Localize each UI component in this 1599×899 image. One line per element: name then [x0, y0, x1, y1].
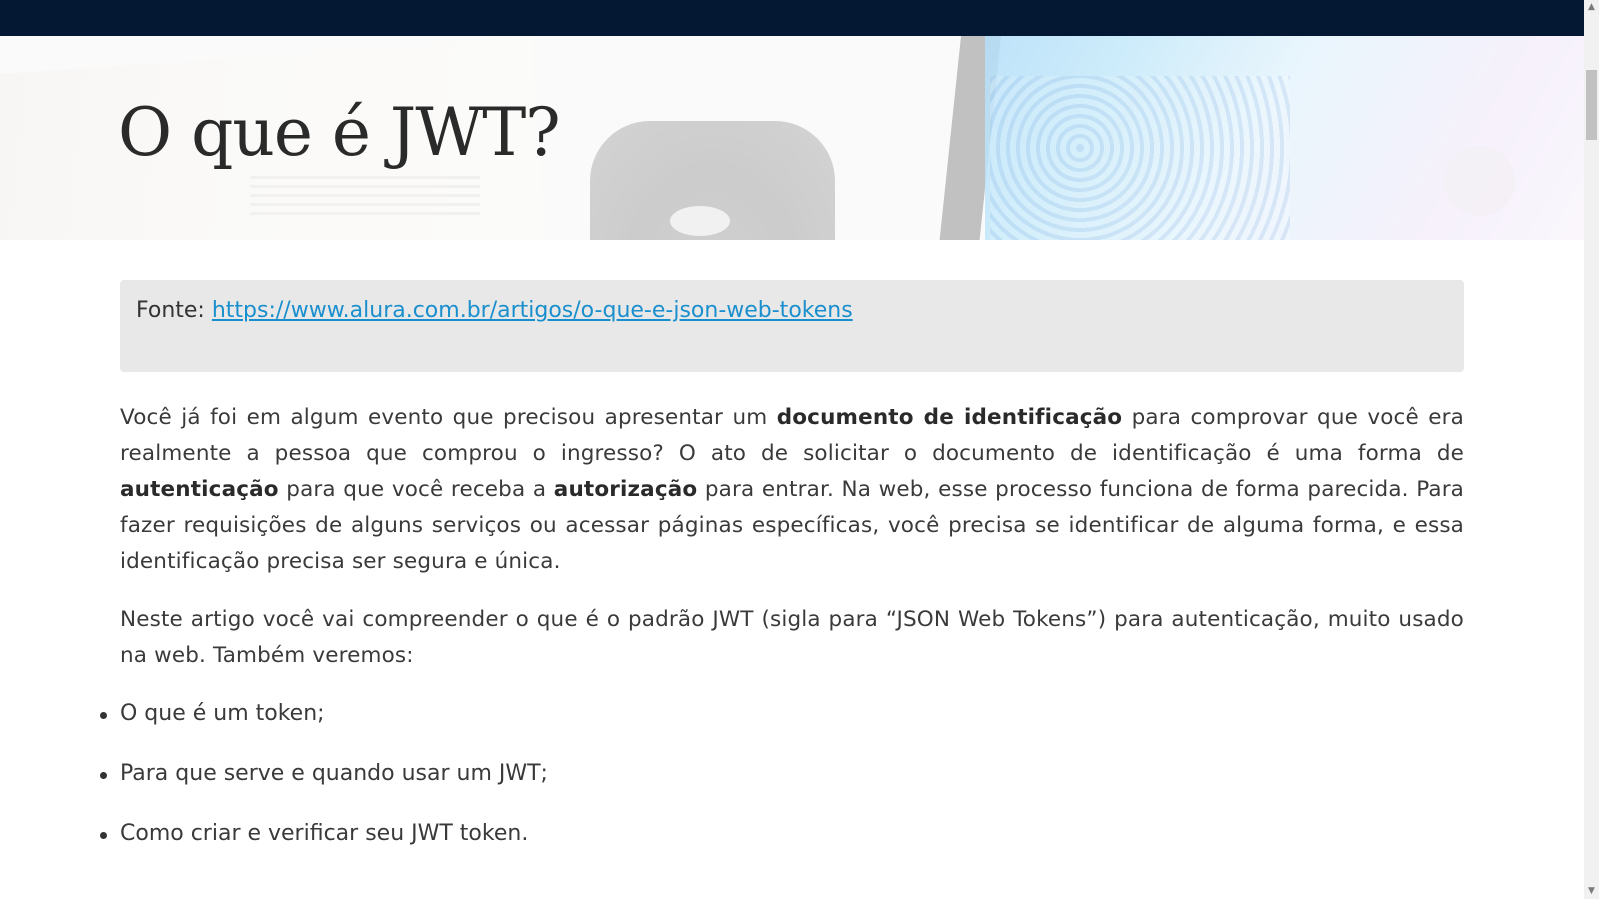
browser-viewport: O que é JWT? Fonte: https://www.alura.co… — [0, 0, 1599, 899]
intro-bold-documento: documento de identificação — [776, 405, 1123, 430]
vertical-scrollbar[interactable]: ▲ ▼ — [1584, 0, 1599, 899]
source-box: Fonte: https://www.alura.com.br/artigos/… — [120, 280, 1464, 372]
intro-text-3: para que você receba a — [278, 477, 554, 502]
site-header-bar — [0, 0, 1584, 36]
intro-bold-autenticacao: autenticação — [120, 477, 279, 502]
source-link[interactable]: https://www.alura.com.br/artigos/o-que-e… — [212, 298, 853, 323]
source-label: Fonte: — [136, 298, 212, 323]
scroll-up-icon[interactable]: ▲ — [1584, 0, 1599, 15]
page-title: O que é JWT? — [118, 94, 561, 171]
scroll-down-icon[interactable]: ▼ — [1584, 884, 1599, 899]
list-item: Para que serve e quando usar um JWT; — [100, 756, 1464, 792]
scrollbar-thumb[interactable] — [1586, 70, 1597, 140]
list-item: O que é um token; — [100, 696, 1464, 732]
intro-paragraph: Você já foi em algum evento que precisou… — [120, 400, 1464, 580]
summary-paragraph: Neste artigo você vai compreender o que … — [120, 607, 1464, 668]
topics-list: O que é um token; Para que serve e quand… — [100, 696, 1464, 852]
article-content: Fonte: https://www.alura.com.br/artigos/… — [100, 280, 1464, 876]
list-item: Como criar e verificar seu JWT token. — [100, 816, 1464, 852]
intro-bold-autorizacao: autorização — [553, 477, 698, 502]
intro-text-1: Você já foi em algum evento que precisou… — [120, 405, 777, 430]
